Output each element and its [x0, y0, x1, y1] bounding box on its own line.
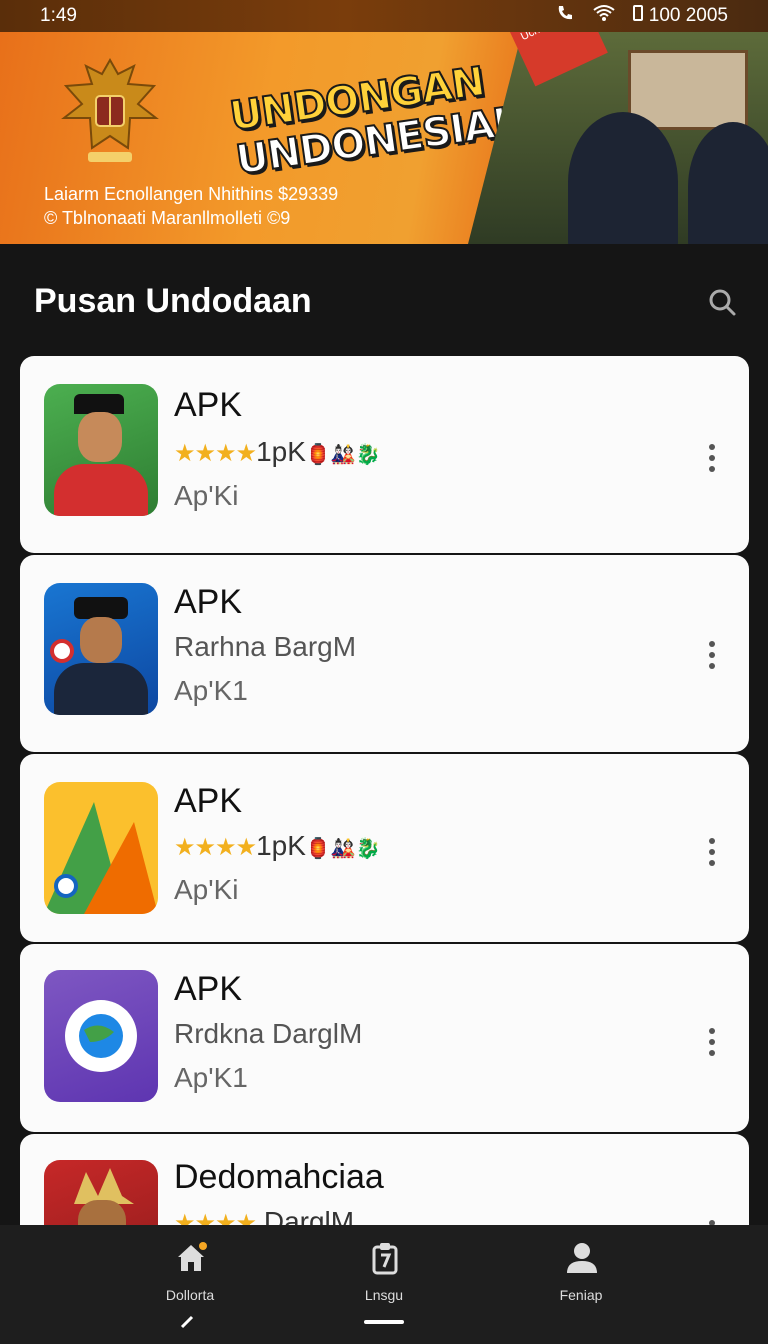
app-list[interactable]: APK ★★★★1pK🏮🎎🐉 Ap'Ki APK Rarhna BargM Ap…: [20, 356, 749, 1225]
person-icon: [567, 1243, 597, 1273]
status-bar: 1:49 100 2005: [0, 0, 768, 32]
nav-item-profile[interactable]: Feniap: [481, 1225, 681, 1344]
rating-stars: ★★★★: [174, 1210, 257, 1225]
page-title: Pusan Undodaan: [34, 282, 312, 320]
promo-banner[interactable]: UNDONGAN UNDONESIAI Laiarm Ecnollangen N…: [0, 32, 768, 244]
app-name: APK: [174, 782, 243, 820]
banner-subtitle-line1: Laiarm Ecnollangen Nhithins $29339: [44, 184, 339, 204]
app-meta: DarglM: [263, 1206, 355, 1225]
app-meta: Rarhna BargM: [174, 631, 357, 662]
more-options-button[interactable]: [700, 832, 724, 872]
search-icon: [709, 289, 736, 316]
crown-portrait-icon: [44, 1160, 158, 1225]
home-icon: [178, 1242, 207, 1271]
search-button[interactable]: [702, 282, 742, 322]
app-card[interactable]: APK Rarhna BargM Ap'K1: [20, 555, 749, 752]
app-subtitle: Ap'Ki: [174, 874, 239, 905]
edit-indicator-icon: [180, 1315, 194, 1329]
nav-label: Dollorta: [165, 1287, 215, 1303]
more-options-button[interactable]: [700, 438, 724, 478]
more-options-button[interactable]: [700, 1022, 724, 1062]
call-icon: [555, 3, 575, 29]
app-name: APK: [174, 970, 243, 1008]
garuda-crest-icon: [61, 57, 159, 162]
nav-label: Lnsgu: [364, 1287, 404, 1303]
app-card[interactable]: APK ★★★★1pK🏮🎎🐉 Ap'Ki: [20, 356, 749, 553]
rating-stars: ★★★★: [174, 440, 257, 467]
clipboard-icon: [372, 1243, 398, 1275]
wifi-icon: [593, 4, 616, 28]
active-tab-indicator: [364, 1320, 404, 1324]
battery-text: 100 2005: [648, 5, 728, 26]
nav-item-library[interactable]: Lnsgu: [284, 1225, 484, 1344]
banner-title: UNDONGAN UNDONESIAI: [226, 57, 511, 185]
app-meta: 1pK: [256, 830, 306, 861]
app-badge: 🏮🎎🐉: [305, 838, 381, 860]
nav-item-home[interactable]: Dollorta: [90, 1225, 290, 1344]
banner-subtitle-line2: © Tblnonaati Maranllmolleti ©9: [44, 208, 291, 228]
status-time: 1:49: [40, 5, 77, 26]
bottom-navigation: Dollorta Lnsgu Feniap: [0, 1225, 768, 1344]
app-meta: Rrdkna DarglM: [174, 1018, 363, 1049]
app-name: Dedomahciaa: [174, 1158, 384, 1196]
app-card[interactable]: APK Rrdkna DarglM Ap'K1: [20, 944, 749, 1132]
app-card[interactable]: Dedomahciaa ★★★★ DarglM: [20, 1134, 749, 1225]
app-subtitle: Ap'Ki: [174, 480, 239, 511]
banner-person-1: [568, 112, 678, 244]
battery-icon: [633, 5, 644, 21]
app-badge: 🏮🎎🐉: [305, 444, 381, 466]
page-header: Pusan Undodaan: [0, 244, 768, 354]
red-uniform-portrait-icon: [44, 384, 158, 516]
nav-label: Feniap: [559, 1287, 603, 1303]
app-name: APK: [174, 583, 243, 621]
more-options-button[interactable]: [700, 1214, 724, 1225]
triangle-logo-icon: [44, 782, 158, 914]
app-subtitle: Ap'K1: [174, 1062, 248, 1093]
more-options-button[interactable]: [700, 635, 724, 675]
rating-stars: ★★★★: [174, 834, 257, 861]
app-meta: 1pK: [256, 436, 306, 467]
app-name: APK: [174, 386, 243, 424]
purple-globe-icon: [44, 970, 158, 1102]
navy-uniform-portrait-icon: [44, 583, 158, 715]
app-subtitle: Ap'K1: [174, 675, 248, 706]
app-card[interactable]: APK ★★★★1pK🏮🎎🐉 Ap'Ki: [20, 754, 749, 942]
